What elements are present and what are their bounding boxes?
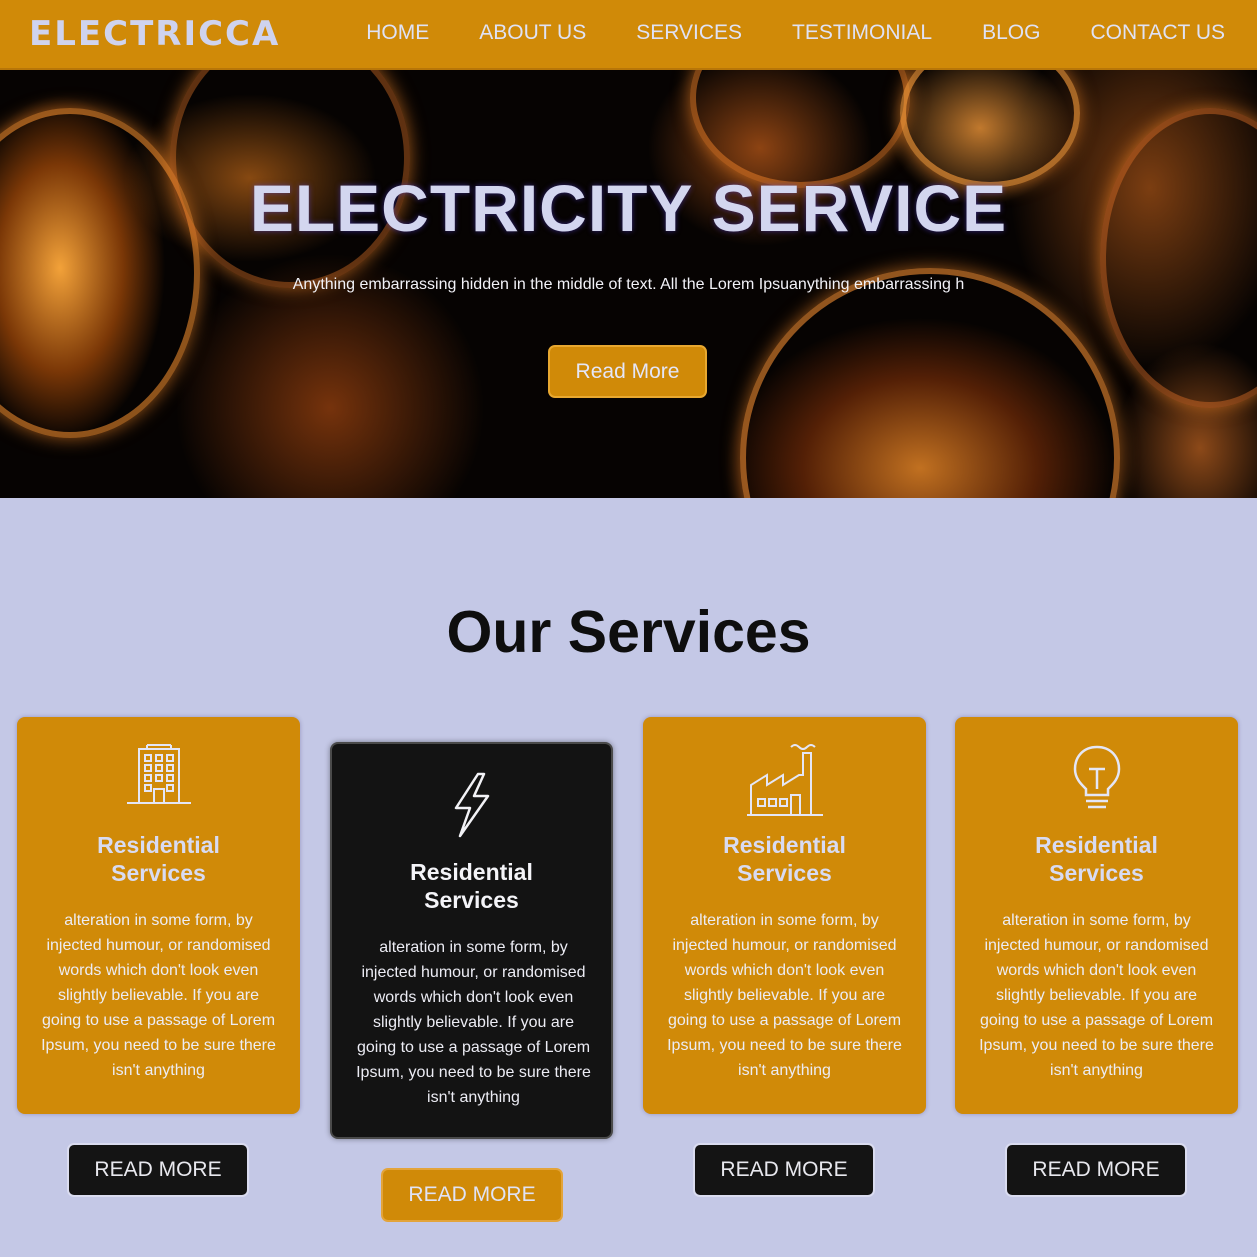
service-card-title: Residential Services [955, 831, 1238, 887]
nav-item-contact-us[interactable]: CONTACT US [1090, 21, 1225, 45]
main-nav: HOME ABOUT US SERVICES TESTIMONIAL BLOG … [366, 0, 1225, 66]
hero-read-more-button[interactable]: Read More [548, 345, 707, 398]
service-card-title-line: Services [1049, 860, 1144, 886]
service-card-text: alteration in some form, by injected hum… [979, 912, 1214, 1079]
service-card-text: alteration in some form, by injected hum… [41, 912, 276, 1079]
service-card-title-line: Residential [97, 832, 220, 858]
service-card-title-line: Residential [410, 859, 533, 885]
read-more-button[interactable]: READ MORE [693, 1143, 875, 1197]
building-icon [17, 743, 300, 813]
nav-item-home[interactable]: HOME [366, 21, 429, 45]
hero-bulb-decoration [740, 268, 1120, 498]
service-card-title-line: Services [111, 860, 206, 886]
service-card-title-line: Services [424, 887, 519, 913]
service-card-text: alteration in some form, by injected hum… [667, 912, 902, 1079]
service-card-title: Residential Services [643, 831, 926, 887]
read-more-button[interactable]: READ MORE [1005, 1143, 1187, 1197]
top-navbar: ELECTRICCA HOME ABOUT US SERVICES TESTIM… [0, 0, 1257, 70]
services-title: Our Services [446, 599, 811, 665]
hero-bulb-decoration [1100, 108, 1257, 408]
hero-banner: ELECTRICITY SERVICE Anything embarrassin… [0, 68, 1257, 498]
service-card-text: alteration in some form, by injected hum… [356, 939, 591, 1106]
service-card-title-line: Services [737, 860, 832, 886]
service-card-title-line: Residential [723, 832, 846, 858]
service-card: Residential Services alteration in some … [17, 717, 300, 1114]
lightning-icon [332, 770, 611, 840]
service-card-title: Residential Services [17, 831, 300, 887]
service-card: Residential Services alteration in some … [955, 717, 1238, 1114]
nav-item-testimonial[interactable]: TESTIMONIAL [792, 21, 932, 45]
hero-title: ELECTRICITY SERVICE [249, 171, 1008, 245]
service-card-title-line: Residential [1035, 832, 1158, 858]
factory-icon [643, 743, 926, 816]
service-card: Residential Services alteration in some … [330, 742, 613, 1139]
hero-subtitle: Anything embarrassing hidden in the midd… [292, 276, 965, 293]
service-card-title: Residential Services [332, 858, 611, 914]
read-more-button[interactable]: READ MORE [381, 1168, 563, 1222]
lightbulb-icon [955, 743, 1238, 813]
nav-item-blog[interactable]: BLOG [982, 21, 1040, 45]
nav-item-services[interactable]: SERVICES [636, 21, 742, 45]
service-card: Residential Services alteration in some … [643, 717, 926, 1114]
nav-item-about-us[interactable]: ABOUT US [479, 21, 586, 45]
logo[interactable]: ELECTRICCA [29, 14, 280, 54]
read-more-button[interactable]: READ MORE [67, 1143, 249, 1197]
